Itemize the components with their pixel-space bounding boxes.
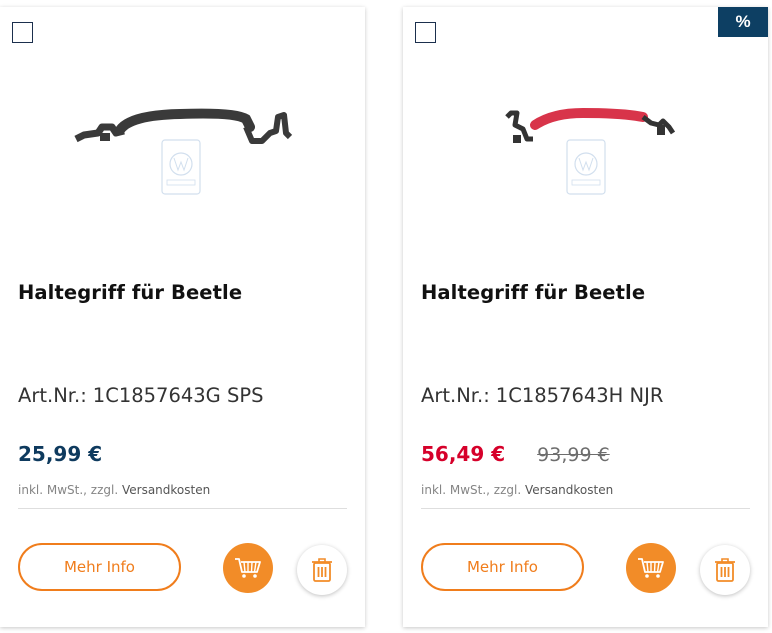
product-card[interactable]: % Haltegriff für Beetle Art.Nr.: 1C185764… bbox=[403, 7, 768, 627]
product-card[interactable]: Haltegriff für Beetle Art.Nr.: 1C1857643G… bbox=[0, 7, 365, 627]
article-number: Art.Nr.: 1C1857643G SPS bbox=[18, 384, 355, 407]
article-number-value: 1C1857643G SPS bbox=[92, 384, 264, 407]
product-image[interactable] bbox=[40, 47, 325, 217]
shipping-costs-link[interactable]: Versandkosten bbox=[525, 483, 613, 497]
article-number-label: Art.Nr.: bbox=[421, 384, 490, 407]
price-row: 56,49 € 93,99 € bbox=[421, 442, 610, 466]
article-number: Art.Nr.: 1C1857643H NJR bbox=[421, 384, 758, 407]
tax-note: inkl. MwSt., zzgl. Versandkosten bbox=[421, 483, 613, 497]
tax-note-text: inkl. MwSt., zzgl. bbox=[421, 483, 525, 497]
divider bbox=[18, 508, 347, 509]
product-title[interactable]: Haltegriff für Beetle bbox=[421, 281, 750, 304]
discount-badge: % bbox=[718, 7, 768, 37]
add-to-cart-button[interactable] bbox=[626, 543, 676, 593]
original-price: 93,99 € bbox=[537, 444, 610, 466]
product-title[interactable]: Haltegriff für Beetle bbox=[18, 281, 347, 304]
trash-icon bbox=[312, 558, 332, 582]
tax-note-text: inkl. MwSt., zzgl. bbox=[18, 483, 122, 497]
compare-checkbox[interactable] bbox=[12, 22, 33, 43]
compare-checkbox[interactable] bbox=[415, 22, 436, 43]
add-to-cart-button[interactable] bbox=[223, 543, 273, 593]
product-image[interactable] bbox=[443, 47, 728, 217]
more-info-button[interactable]: Mehr Info bbox=[18, 543, 181, 591]
price-row: 25,99 € bbox=[18, 442, 102, 466]
cart-icon bbox=[638, 558, 664, 578]
remove-button[interactable] bbox=[297, 545, 347, 595]
article-number-value: 1C1857643H NJR bbox=[495, 384, 664, 407]
shipping-costs-link[interactable]: Versandkosten bbox=[122, 483, 210, 497]
price: 25,99 € bbox=[18, 442, 103, 466]
cart-icon bbox=[235, 558, 261, 578]
divider bbox=[421, 508, 750, 509]
more-info-button[interactable]: Mehr Info bbox=[421, 543, 584, 591]
trash-icon bbox=[715, 558, 735, 582]
tax-note: inkl. MwSt., zzgl. Versandkosten bbox=[18, 483, 210, 497]
sale-price: 56,49 € bbox=[421, 442, 506, 466]
remove-button[interactable] bbox=[700, 545, 750, 595]
vw-watermark-icon bbox=[566, 139, 606, 195]
article-number-label: Art.Nr.: bbox=[18, 384, 87, 407]
vw-watermark-icon bbox=[161, 139, 201, 195]
